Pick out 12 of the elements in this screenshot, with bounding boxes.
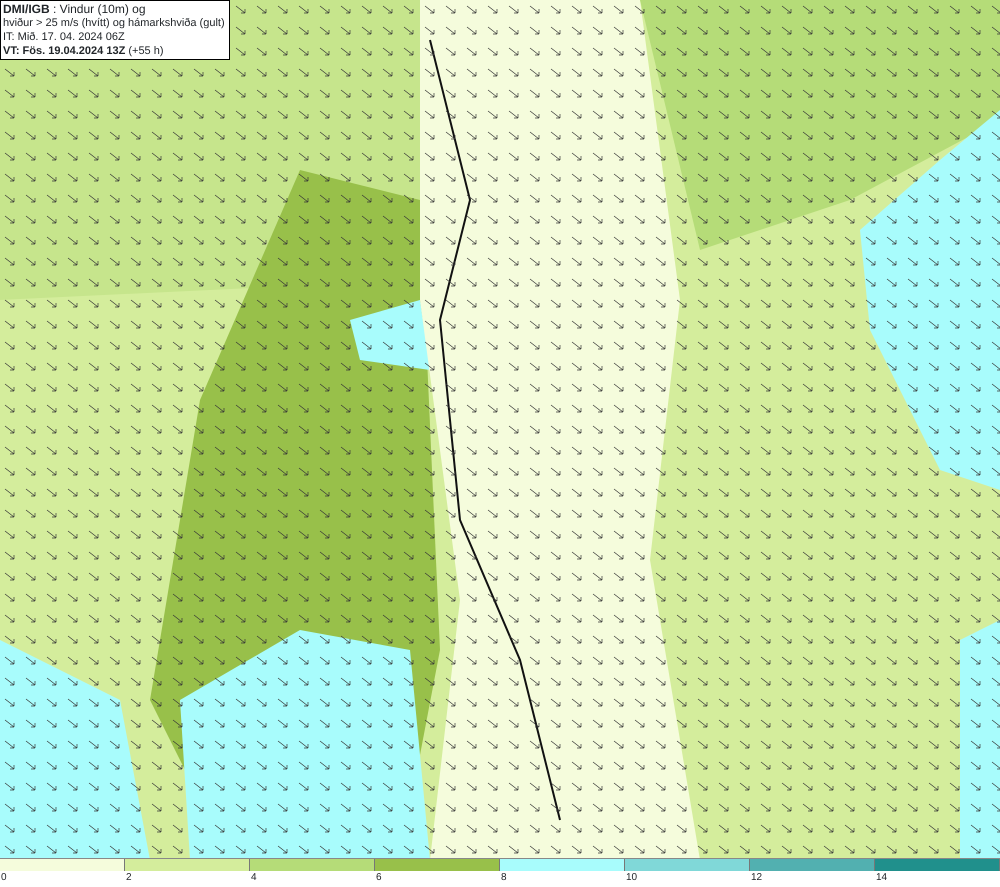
info-text-line: VT: Fös. 19.04.2024 13Z (+55 h) xyxy=(3,44,165,58)
legend-tick-label: 6 xyxy=(376,872,382,884)
legend-tick-label: 14 xyxy=(876,872,888,884)
info-text-line: IT: Mið. 17. 04. 2024 06Z xyxy=(3,30,126,44)
legend-tick-label: 2 xyxy=(126,872,132,884)
info-text-line: hviður > 25 m/s (hvítt) og hámarkshviða (gult) xyxy=(3,16,225,30)
legend-tick-label: 10 xyxy=(626,872,638,884)
info-text-line: DMI/IGB : Vindur (10m) og xyxy=(3,2,146,16)
legend-tick-label: 4 xyxy=(251,872,257,884)
legend-tick-label: 0 xyxy=(1,872,7,884)
legend-tick-label: 8 xyxy=(501,872,507,884)
legend-tick-label: 12 xyxy=(751,872,762,884)
